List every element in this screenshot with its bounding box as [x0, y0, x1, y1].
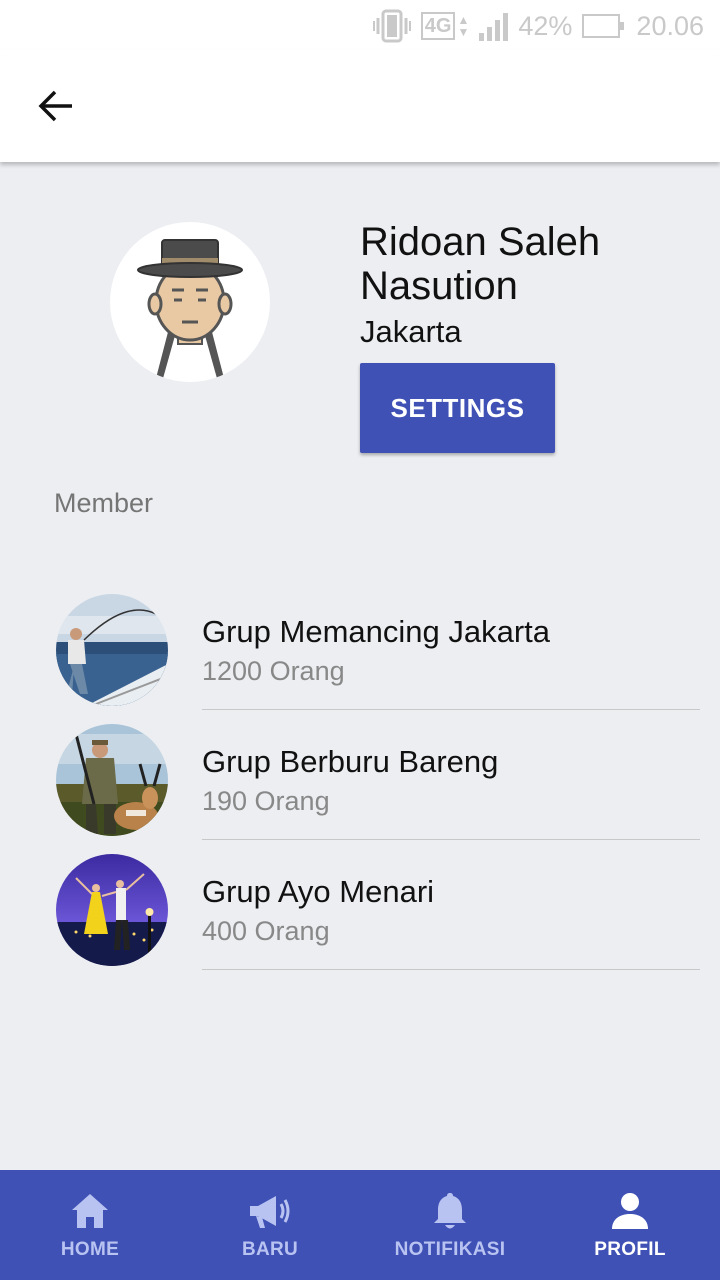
group-thumbnail-fishing: [56, 594, 168, 706]
profile-name: Ridoan Saleh Nasution: [360, 220, 601, 308]
nav-profil-label: PROFIL: [594, 1239, 666, 1260]
nav-baru-label: BARU: [241, 1239, 299, 1260]
nav-notifikasi[interactable]: NOTIFIKASI: [360, 1170, 540, 1280]
group-list: Grup Memancing Jakarta 1200 Orang Grup B…: [0, 580, 720, 970]
group-title: Grup Ayo Menari: [202, 874, 435, 909]
nav-home[interactable]: HOME: [0, 1170, 180, 1280]
nav-profil[interactable]: PROFIL: [540, 1170, 720, 1280]
group-member-count: 400 Orang: [202, 916, 330, 946]
group-item-berburu[interactable]: Grup Berburu Bareng 190 Orang: [0, 710, 720, 840]
network-type: 4G: [420, 12, 456, 40]
arrow-back-icon: [38, 90, 72, 122]
settings-button[interactable]: SETTINGS: [360, 363, 555, 453]
group-title: Grup Berburu Bareng: [202, 744, 499, 779]
group-thumbnail-hunting: [56, 724, 168, 836]
battery-icon: [582, 14, 625, 38]
nav-home-label: HOME: [60, 1239, 120, 1260]
person-icon: [608, 1189, 652, 1233]
home-icon: [68, 1189, 112, 1233]
nav-notifikasi-label: NOTIFIKASI: [394, 1239, 506, 1260]
group-item-menari[interactable]: Grup Ayo Menari 400 Orang: [0, 840, 720, 970]
back-button[interactable]: [30, 80, 82, 132]
bell-icon: [428, 1189, 472, 1233]
group-member-count: 1200 Orang: [202, 656, 345, 686]
member-section-label: Member: [54, 488, 154, 518]
nav-baru[interactable]: BARU: [180, 1170, 360, 1280]
status-bar: 4G ▲ ▼ 42% 20.06: [0, 0, 720, 50]
bottom-navigation: HOME BARU NOTIFIKASI PROFIL: [0, 1170, 720, 1280]
signal-icon: [479, 11, 509, 41]
status-icons: 4G ▲ ▼ 42% 20.06: [372, 8, 704, 44]
megaphone-icon: [248, 1189, 292, 1233]
data-arrows-icon: ▲ ▼: [457, 13, 470, 39]
group-member-count: 190 Orang: [202, 786, 330, 816]
group-title: Grup Memancing Jakarta: [202, 614, 551, 649]
vibrate-icon: [372, 9, 411, 43]
profile-city: Jakarta: [360, 314, 462, 349]
avatar-illustration: [137, 239, 243, 382]
clock: 20.06: [636, 10, 704, 41]
avatar: [110, 222, 270, 382]
app-bar: [0, 50, 720, 162]
group-item-memancing[interactable]: Grup Memancing Jakarta 1200 Orang: [0, 580, 720, 710]
divider: [202, 969, 700, 970]
group-thumbnail-dancing: [56, 854, 168, 966]
battery-percent: 42%: [518, 10, 573, 41]
